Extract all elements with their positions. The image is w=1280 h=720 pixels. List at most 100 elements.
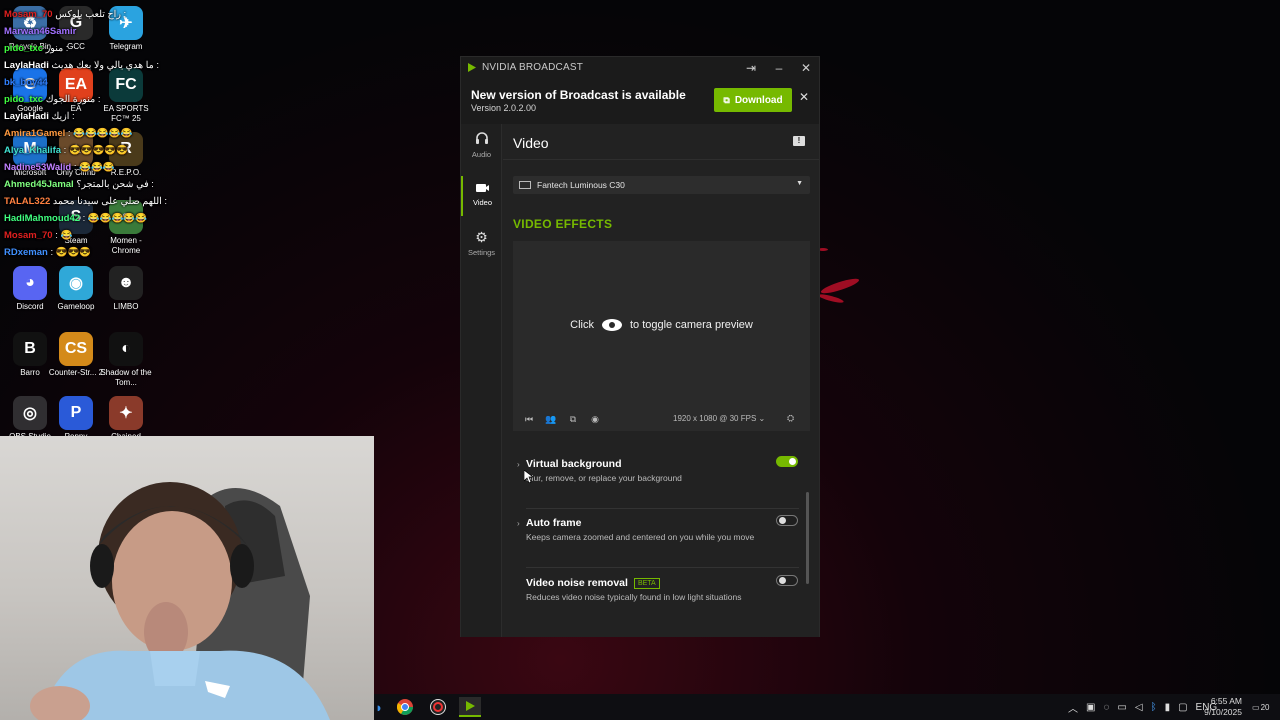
speaker-icon[interactable]: ◁ — [1135, 702, 1143, 713]
effect-name: Video noise removal BETA — [526, 577, 660, 589]
nav-audio-label: Audio — [471, 150, 492, 159]
window-title: NVIDIA BROADCAST — [482, 62, 583, 73]
people-icon[interactable]: 👥 — [545, 414, 557, 425]
resolution-select[interactable]: 1920 x 1080 @ 30 FPS ⌄ — [673, 414, 765, 423]
toggle-knob — [779, 517, 786, 524]
effect-row[interactable]: › Virtual background Blur, remove, or repl… — [503, 453, 809, 509]
chat-username: Ahmed45Jamal — [4, 179, 74, 190]
nav-settings[interactable]: ⚙ Settings — [461, 225, 502, 265]
close-button[interactable]: ✕ — [796, 59, 816, 77]
preview-toolbar: ⏮ 👥 ⧉ ◉ 1920 x 1080 @ 30 FPS ⌄ ⛭ — [513, 409, 810, 429]
page-title: Video — [513, 135, 549, 151]
webcam-image — [30, 482, 330, 720]
snapshot-icon[interactable]: ⧉ — [567, 414, 579, 425]
wifi-icon[interactable]: ◌ — [1103, 702, 1109, 713]
chat-line: LaylaHadi ما هدي يالي ولا بعك هديث : — [4, 57, 174, 74]
chat-line: bk_boy44 — [4, 74, 174, 91]
chat-message: : 😎😎😎😎😎 — [63, 145, 129, 156]
obs-icon[interactable] — [427, 697, 449, 717]
skip-icon[interactable]: ⏮ — [523, 414, 535, 425]
effect-name-text: Video noise removal — [526, 577, 628, 589]
clock[interactable]: 6:55 AM 9/10/2025 — [1204, 694, 1242, 720]
microphone-icon[interactable]: ▮ — [1165, 702, 1171, 713]
nav-video[interactable]: Video — [461, 176, 502, 216]
chat-message: : 😂😂😂😂😂 — [67, 128, 133, 139]
chat-line: pido_txc منورة الجوك : — [4, 91, 174, 108]
effect-name-text: Auto frame — [526, 517, 582, 529]
chat-username: Nadine53Walid — [4, 162, 72, 173]
chrome-icon[interactable] — [394, 697, 416, 717]
chat-line: Alya_Khalifa : 😎😎😎😎😎 — [4, 142, 174, 159]
chat-message: : 😂 — [55, 230, 73, 241]
display-icon[interactable]: ▭ — [1117, 702, 1126, 713]
app-icon: P — [59, 396, 93, 430]
wallpaper-streak — [817, 292, 845, 305]
toggle-knob — [779, 577, 786, 584]
nvidia-broadcast-taskbar-icon[interactable] — [459, 697, 481, 717]
mirror-toggle-icon[interactable]: ⛭ — [787, 413, 794, 424]
chat-message: : 😂😂😂 — [73, 162, 115, 173]
eye-icon[interactable] — [601, 319, 622, 331]
chevron-right-icon[interactable]: › — [517, 519, 520, 528]
chat-username: Mosam_70 — [4, 230, 53, 241]
preview-toggle-text: to toggle camera preview — [629, 319, 753, 331]
desktop-icon[interactable]: ☻ LIMBO — [96, 266, 156, 312]
effect-toggle[interactable] — [776, 456, 798, 467]
chat-line: Mosam_70 راح تلعب بلوكس : — [4, 6, 174, 23]
clock-date: 9/10/2025 — [1204, 707, 1242, 717]
notification-icon: ▭ — [1252, 702, 1260, 712]
chat-username: LaylaHadi — [4, 60, 49, 71]
chat-message: : 😂😂😂😂😂 — [82, 213, 148, 224]
main-header: Video ! — [503, 124, 819, 160]
effect-name: Virtual background — [526, 458, 622, 470]
chevron-up-icon[interactable]: ︿ — [1068, 700, 1078, 715]
update-version: Version 2.0.2.00 — [471, 103, 537, 113]
divider — [526, 567, 799, 568]
minimize-button[interactable]: – — [769, 59, 789, 77]
chat-username: Amira1Gamel — [4, 128, 66, 139]
app-icon: CS — [59, 332, 93, 366]
download-label: Download — [734, 94, 783, 106]
download-button[interactable]: ⧉ Download — [714, 88, 792, 112]
desktop-icon[interactable]: ◐ Shadow of the Tom... — [96, 332, 156, 388]
camera-device-select[interactable]: Fantech Luminous C30 ▼ — [513, 176, 810, 194]
chat-username: bk_boy44 — [4, 77, 48, 88]
desktop: ♻ Recycle Bin G GCC ✈ Telegram G Google EA EA FC EA… — [0, 0, 1280, 720]
chat-overlay: Mosam_70 راح تلعب بلوكس : Marwan46Samir p… — [4, 6, 174, 261]
chat-username: Marwan46Samir — [4, 26, 77, 37]
divider — [526, 508, 799, 509]
chat-line: Nadine53Walid : 😂😂😂 — [4, 159, 174, 176]
chat-username: LaylaHadi — [4, 111, 49, 122]
nav-audio[interactable]: Audio — [461, 128, 502, 168]
chevron-right-icon[interactable]: › — [517, 460, 520, 469]
network-icon[interactable]: ▣ — [1086, 702, 1095, 713]
monitor-icon[interactable]: ▢ — [1178, 702, 1187, 713]
camera-preview[interactable]: Click to toggle camera preview ⏮ 👥 ⧉ ◉ 1… — [513, 241, 810, 431]
chat-message: منورة الجوك : — [45, 94, 101, 105]
chat-message: ازيك : — [51, 111, 75, 122]
update-heading: New version of Broadcast is available — [471, 88, 686, 102]
update-banner: New version of Broadcast is available Ve… — [461, 78, 819, 124]
effect-row[interactable]: Video noise removal BETA Reduces video noi… — [503, 572, 809, 628]
nvidia-broadcast-window: NVIDIA BROADCAST ⇥ – ✕ New version of Br… — [460, 56, 820, 637]
dismiss-update-button[interactable]: ✕ — [799, 90, 809, 104]
app-icon: ✦ — [109, 396, 143, 430]
preview-message: Click to toggle camera preview — [513, 319, 810, 331]
preview-eye-icon[interactable]: ◉ — [589, 414, 601, 425]
effect-toggle[interactable] — [776, 515, 798, 526]
feedback-icon[interactable]: ! — [793, 136, 805, 146]
sign-in-icon[interactable]: ⇥ — [741, 59, 761, 77]
chat-username: pido_txc — [4, 43, 44, 54]
effect-toggle[interactable] — [776, 575, 798, 586]
headset-icon — [461, 132, 502, 148]
preview-click-text: Click — [570, 319, 594, 331]
taskbar-app-icon[interactable]: ◗ — [368, 697, 390, 717]
chat-message: في شحن بالمتجر؟ : — [76, 179, 154, 190]
chat-line: TALAL322 اللهم صلي على سيدنا محمد : — [4, 193, 174, 210]
bluetooth-icon[interactable]: ᛒ — [1151, 702, 1157, 713]
scrollbar[interactable] — [806, 492, 809, 584]
effect-description: Blur, remove, or replace your background — [526, 473, 682, 483]
notification-button[interactable]: ▭ 20 — [1252, 694, 1269, 720]
effect-row[interactable]: › Auto frame Keeps camera zoomed and cente… — [503, 512, 809, 568]
app-icon: ◕ — [13, 266, 47, 300]
